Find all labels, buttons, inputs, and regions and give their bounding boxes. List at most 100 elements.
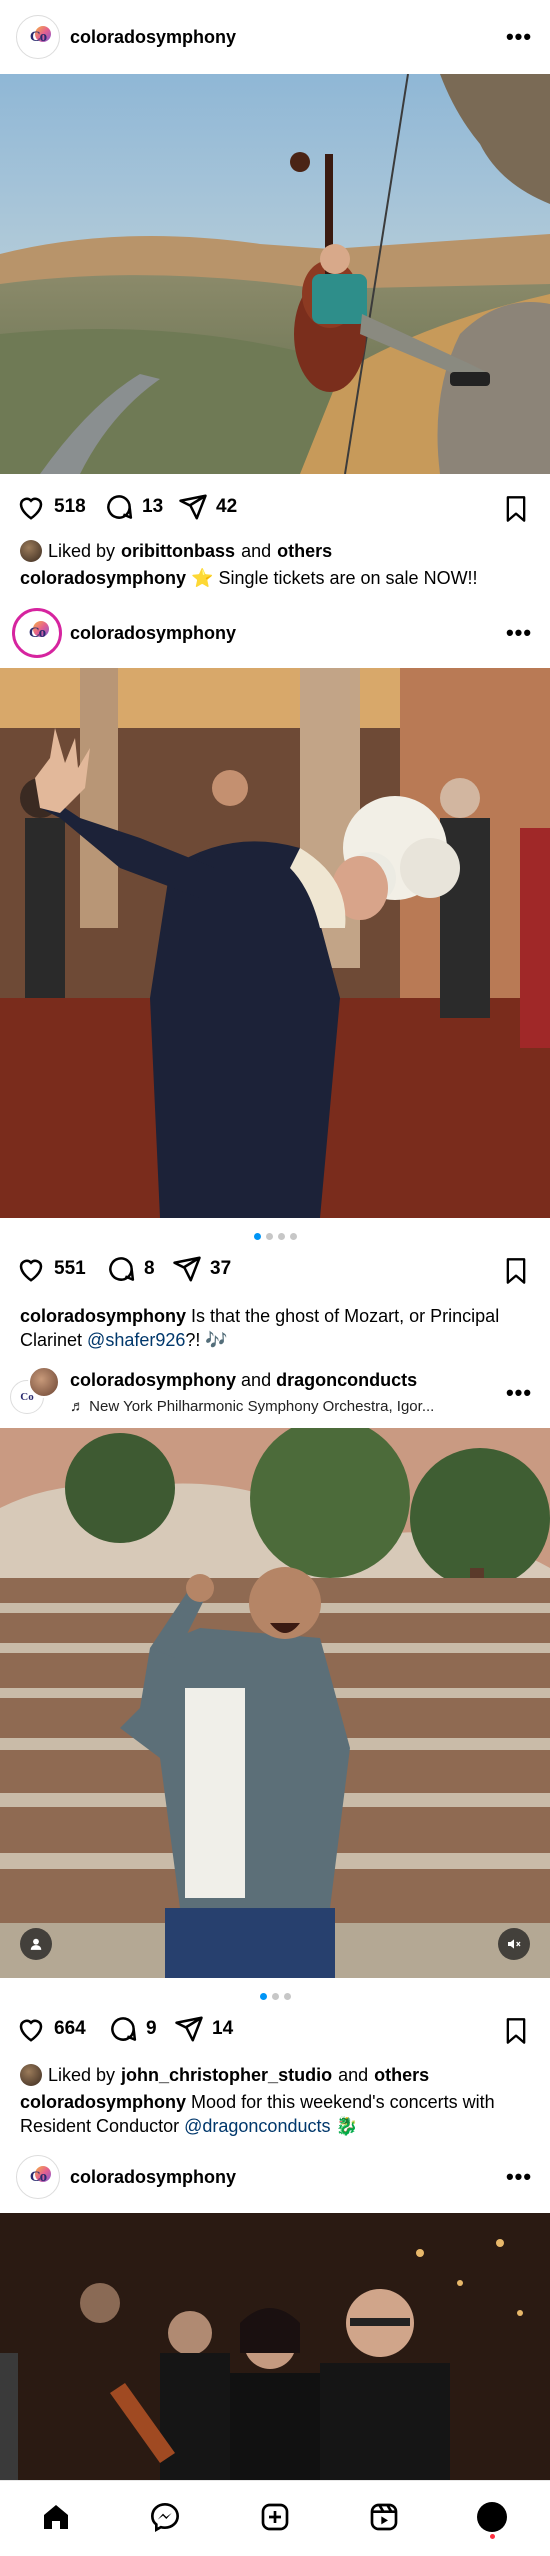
liked-by-others[interactable]: others	[277, 541, 332, 562]
share-button[interactable]: 14	[174, 2014, 233, 2044]
liked-by[interactable]: Liked by oribittonbass and others	[20, 540, 332, 562]
caption-tail: ?! 🎶	[185, 1330, 228, 1350]
post-username[interactable]: coloradosymphony	[70, 27, 236, 48]
liked-by-and: and	[338, 2064, 369, 2085]
save-button[interactable]	[502, 1256, 530, 1291]
share-button[interactable]: 42	[178, 492, 237, 522]
avatar-text: Co	[28, 624, 46, 641]
post-image[interactable]	[0, 74, 550, 474]
mozart-costume-photo	[0, 668, 550, 1218]
post-caption: coloradosymphony Mood for this weekend's…	[20, 2090, 535, 2138]
save-button[interactable]	[502, 2016, 530, 2051]
caption-mention[interactable]: @dragonconducts	[184, 2116, 330, 2136]
more-options-icon[interactable]: •••	[504, 1378, 534, 1408]
like-button[interactable]: 551	[16, 1254, 86, 1284]
post-image[interactable]	[0, 668, 550, 1218]
post-header: Co coloradosymphony •••	[0, 596, 550, 670]
liked-by-others[interactable]: others	[374, 2065, 429, 2086]
avatar-story[interactable]: Co	[12, 608, 62, 658]
avatar-text: Co	[29, 28, 47, 45]
post-actions: 664 9 14	[0, 2002, 550, 2062]
post-usernames[interactable]: coloradosymphony and dragonconducts	[70, 1370, 417, 1391]
share-count: 14	[212, 2018, 234, 2039]
like-count: 551	[54, 1258, 86, 1279]
liked-by-user[interactable]: john_christopher_studio	[121, 2065, 332, 2086]
nav-home[interactable]	[34, 2495, 78, 2539]
comment-icon	[111, 2017, 137, 2041]
comment-button[interactable]: 13	[104, 492, 163, 522]
avatar[interactable]: Co	[16, 2155, 60, 2199]
caption-mention[interactable]: @shafer926	[87, 1330, 185, 1350]
save-button[interactable]	[502, 494, 530, 529]
nav-profile[interactable]	[470, 2495, 514, 2539]
post-image[interactable]	[0, 1428, 550, 1978]
collab-avatar	[28, 1366, 60, 1398]
bookmark-icon	[506, 496, 526, 522]
share-count: 37	[210, 1258, 232, 1279]
post-username[interactable]: coloradosymphony	[70, 2167, 236, 2188]
carousel-dot-active	[259, 1993, 267, 2000]
nav-create[interactable]	[253, 2495, 297, 2539]
comment-icon	[107, 495, 133, 519]
conductor-red-rocks-photo	[0, 1428, 550, 1978]
create-post-icon	[261, 2503, 289, 2531]
heart-icon	[19, 1259, 43, 1282]
liker-avatar	[20, 2064, 42, 2086]
nav-messenger[interactable]	[143, 2495, 187, 2539]
carousel-dot	[277, 1233, 285, 1240]
post-header: Co coloradosymphony •••	[0, 0, 550, 74]
heart-icon	[19, 497, 43, 520]
mute-button[interactable]	[498, 1928, 530, 1960]
bookmark-icon	[506, 1258, 526, 1284]
home-icon	[44, 2505, 68, 2529]
liked-by[interactable]: Liked by john_christopher_studio and oth…	[20, 2064, 429, 2086]
carousel-dot	[289, 1233, 297, 1240]
post-actions: 551 8 37	[0, 1242, 550, 1302]
liked-by-and: and	[241, 540, 272, 561]
caption-username[interactable]: coloradosymphony	[20, 568, 186, 588]
like-button[interactable]: 518	[16, 492, 86, 522]
like-count: 518	[54, 496, 86, 517]
carousel-dot-active	[253, 1233, 261, 1240]
collab-avatars[interactable]: Co	[10, 1366, 62, 1418]
like-button[interactable]: 664	[16, 2014, 86, 2044]
more-options-icon[interactable]: •••	[504, 618, 534, 648]
send-icon	[173, 1256, 201, 1282]
send-icon	[175, 2016, 203, 2042]
person-icon	[30, 1938, 42, 1950]
comment-button[interactable]: 9	[108, 2014, 157, 2044]
caption-username[interactable]: coloradosymphony	[20, 1306, 186, 1326]
comment-count: 9	[146, 2018, 157, 2039]
caption-tail: 🐉	[335, 2116, 358, 2136]
audio-track[interactable]: ♬ New York Philharmonic Symphony Orchest…	[70, 1398, 490, 1415]
liked-by-user[interactable]: oribittonbass	[121, 541, 235, 562]
nav-reels[interactable]	[362, 2495, 406, 2539]
username-and: and	[241, 1370, 272, 1390]
caption-username[interactable]: coloradosymphony	[20, 2092, 186, 2112]
avatar[interactable]: Co	[16, 15, 60, 59]
share-button[interactable]: 37	[172, 1254, 231, 1284]
username-b[interactable]: dragonconducts	[276, 1370, 417, 1390]
comment-icon	[109, 1257, 135, 1281]
post-header: Co coloradosymphony •••	[0, 2140, 550, 2214]
liker-avatar	[20, 540, 42, 562]
post-caption: coloradosymphony Is that the ghost of Mo…	[20, 1304, 535, 1352]
post-caption: coloradosymphony ⭐ Single tickets are on…	[20, 566, 535, 590]
comment-button[interactable]: 8	[106, 1254, 155, 1284]
tagged-people-button[interactable]	[20, 1928, 52, 1960]
post-header: Co coloradosymphony and dragonconducts ♬…	[0, 1356, 550, 1430]
carousel-dot	[265, 1233, 273, 1240]
post-actions: 518 13 42	[0, 480, 550, 540]
avatar-text: Co	[29, 2168, 47, 2185]
bookmark-icon	[506, 2018, 526, 2044]
post-username[interactable]: coloradosymphony	[70, 623, 236, 644]
bass-rappel-photo	[0, 74, 550, 474]
send-icon	[179, 494, 207, 520]
post-image[interactable]	[0, 2213, 550, 2480]
more-options-icon[interactable]: •••	[504, 22, 534, 52]
reels-icon	[370, 2503, 398, 2531]
heart-icon	[19, 2019, 43, 2042]
more-options-icon[interactable]: •••	[504, 2162, 534, 2192]
notification-dot	[490, 2534, 495, 2539]
username-a[interactable]: coloradosymphony	[70, 1370, 236, 1390]
